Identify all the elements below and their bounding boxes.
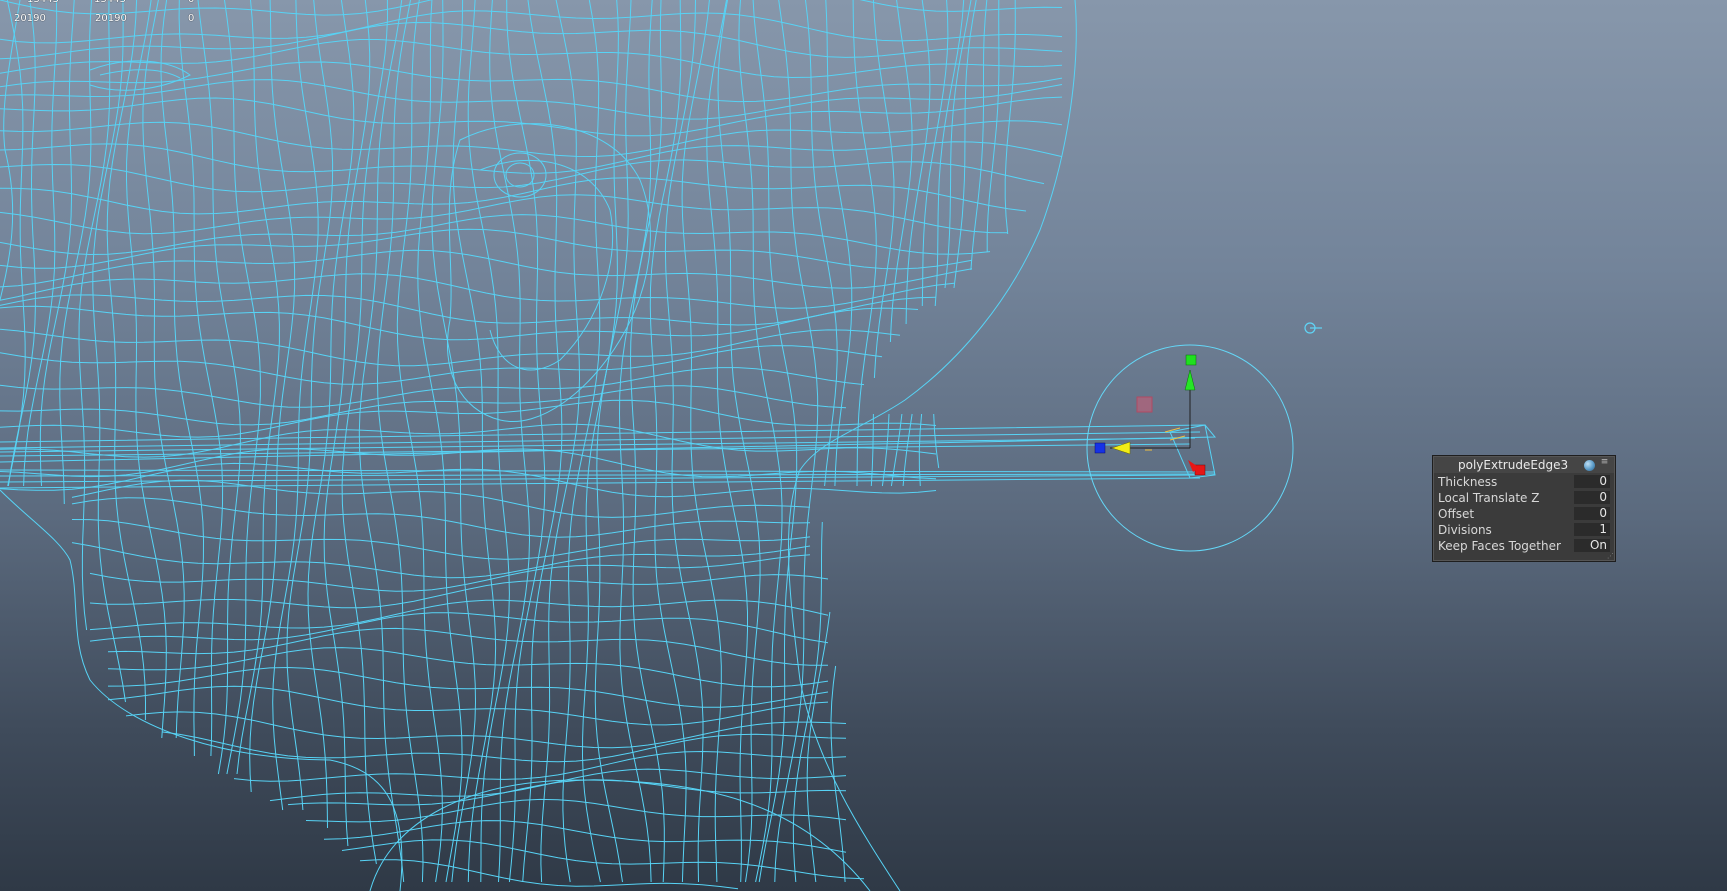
- hud-verts-2: 13443: [94, 0, 126, 5]
- mesh-edge-loop: [0, 273, 955, 309]
- mesh-edge-loop: [0, 214, 991, 256]
- mesh-edge-ring: [376, 0, 424, 883]
- mesh-edge-ring: [1004, 0, 1016, 235]
- mesh-edge-loop: [89, 554, 811, 592]
- resize-grip-icon[interactable]: ⋰: [1607, 553, 1614, 560]
- mesh-edge-loop: [71, 497, 811, 538]
- 3d-viewport[interactable]: [0, 0, 1727, 891]
- mesh-edge-ring: [902, 0, 949, 487]
- translate-x-handle[interactable]: [1111, 441, 1131, 455]
- divisions-label: Divisions: [1438, 523, 1492, 537]
- mesh-edge-ring: [396, 0, 443, 883]
- mesh-edge-ring: [618, 0, 653, 883]
- hud-verts-1: 13443: [27, 0, 59, 5]
- mesh-edge-loop: [287, 779, 847, 806]
- mesh-edge-loop: [0, 345, 883, 385]
- plane-handle[interactable]: [1136, 396, 1153, 413]
- mesh-edge-loop: [0, 10, 1063, 44]
- mesh-edge-loop: [359, 859, 739, 890]
- mesh-edge-ring: [417, 0, 463, 883]
- row-local-translate-z[interactable]: Local Translate Z 0: [1434, 490, 1614, 506]
- mesh-edge-loop: [125, 711, 847, 749]
- hud-verts-3: 0: [188, 0, 194, 5]
- mesh-edge-loop: [0, 61, 1063, 103]
- mesh-edge-loop: [0, 177, 1027, 215]
- hud-edges-2: 20190: [95, 13, 127, 24]
- row-divisions[interactable]: Divisions 1: [1434, 522, 1614, 538]
- mesh-edge-ring: [933, 0, 972, 469]
- mesh-edge-loop: [107, 666, 829, 708]
- thickness-label: Thickness: [1438, 475, 1498, 489]
- globe-icon[interactable]: [1584, 460, 1595, 471]
- mesh-edge-ring: [629, 0, 665, 883]
- hud-edges-3: 0: [188, 13, 195, 24]
- translate-z-box[interactable]: [1094, 442, 1106, 454]
- row-thickness[interactable]: Thickness 0: [1434, 474, 1614, 490]
- jaw-neck-outline: [0, 489, 403, 891]
- mesh-edge-loop: [0, 0, 1063, 16]
- divisions-field[interactable]: 1: [1574, 523, 1610, 536]
- mesh-edge-ring: [970, 0, 988, 271]
- mesh-edge-ring: [986, 0, 1000, 252]
- mesh-edge-ring: [918, 0, 965, 487]
- hud-edges-1: 20190: [14, 13, 46, 24]
- mesh-edge-loop: [0, 120, 1063, 158]
- mesh-edge-loop: [269, 768, 847, 802]
- mesh-edge-loop: [0, 141, 1063, 174]
- row-keep-faces-together[interactable]: Keep Faces Together On: [1434, 538, 1614, 554]
- offset-field[interactable]: 0: [1574, 507, 1610, 520]
- pivot-icon[interactable]: [1304, 322, 1322, 334]
- ear-outline: [446, 123, 651, 422]
- keep-faces-together-label: Keep Faces Together: [1438, 539, 1561, 553]
- mesh-edge-loop: [71, 519, 811, 560]
- inview-editor-header[interactable]: polyExtrudeEdge3 ≡: [1434, 457, 1614, 473]
- options-menu-icon[interactable]: ≡: [1600, 458, 1609, 471]
- mesh-edge-loop: [0, 328, 901, 367]
- mesh-edge-ring: [681, 0, 722, 883]
- translate-y-handle[interactable]: [1184, 369, 1196, 391]
- local-translate-z-label: Local Translate Z: [1438, 491, 1540, 505]
- mesh-edge-ring: [286, 0, 334, 811]
- extrude-strip-top: [0, 424, 1217, 463]
- ear-inner: [479, 159, 613, 371]
- thickness-field[interactable]: 0: [1574, 475, 1610, 488]
- mesh-edge-ring: [358, 0, 405, 883]
- mesh-edge-loop: [0, 96, 1063, 137]
- local-translate-z-field[interactable]: 0: [1574, 491, 1610, 504]
- mesh-edge-loop: [161, 731, 847, 763]
- mesh-edge-ring: [23, 0, 58, 487]
- mesh-edge-ring: [881, 0, 913, 487]
- mesh-edge-ring: [594, 0, 632, 883]
- wireframe-head-mesh[interactable]: [0, 0, 1727, 891]
- mesh-edge-ring: [178, 0, 224, 757]
- row-offset[interactable]: Offset 0: [1434, 506, 1614, 522]
- keep-faces-together-field[interactable]: On: [1574, 539, 1610, 552]
- translate-y-box[interactable]: [1185, 354, 1197, 366]
- inview-editor-title: polyExtrudeEdge3: [1458, 458, 1569, 472]
- mesh-edge-ring: [39, 0, 75, 487]
- mesh-edge-loop: [341, 839, 865, 880]
- inview-editor-panel[interactable]: polyExtrudeEdge3 ≡ Thickness 0 Local Tra…: [1432, 455, 1616, 562]
- mesh-edge-loop: [305, 798, 847, 823]
- offset-label: Offset: [1438, 507, 1475, 521]
- mesh-edge-ring: [890, 0, 931, 487]
- mesh-edge-ring: [738, 0, 783, 883]
- mesh-edge-ring: [125, 0, 167, 739]
